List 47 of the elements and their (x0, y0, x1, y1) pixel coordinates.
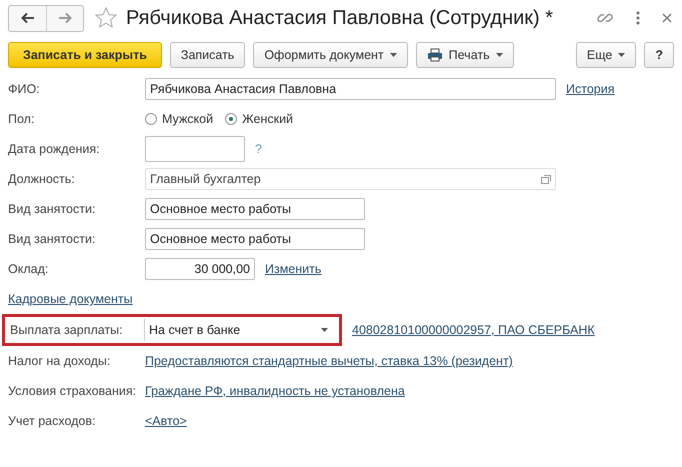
caret-icon (618, 53, 626, 57)
input-field[interactable]: 30 000,00 (145, 258, 255, 280)
caret-icon (496, 53, 503, 57)
dropdown-field[interactable]: На счет в банке (144, 319, 336, 341)
open-form-icon (541, 174, 551, 184)
value-link[interactable]: Предоставляются стандартные вычеты, ставка 13% (резидент) (145, 354, 513, 368)
date-field[interactable] (145, 136, 245, 162)
menu-button[interactable]: Оформить документ (253, 42, 408, 68)
field-label: Выплата зарплаты: (10, 323, 124, 337)
field-label: Условия страхования: (8, 384, 138, 398)
left-arrow-icon (20, 12, 34, 24)
field-label: Оклад: (8, 262, 50, 276)
documents-link[interactable]: Кадровые документы (8, 292, 133, 306)
value-link[interactable]: <Авто> (145, 414, 187, 428)
printer-icon (426, 48, 443, 62)
menu-button[interactable]: Еще (576, 42, 636, 68)
input-field[interactable]: Главный бухгалтер (145, 168, 556, 190)
caret-icon (390, 53, 397, 57)
field-link[interactable]: 40802810100000002957, ПАО СБЕРБАНК (352, 323, 595, 337)
field-label: ФИО: (8, 82, 41, 96)
save-button[interactable]: Записать (170, 42, 246, 68)
field-label: Пол: (8, 112, 36, 126)
field-label: Дата рождения: (8, 142, 101, 156)
radio-button[interactable] (225, 113, 238, 125)
radio-option[interactable]: Женский (225, 112, 294, 126)
value-link[interactable]: Граждане РФ, инвалидность не установлена (145, 384, 405, 398)
radio-button[interactable] (145, 113, 157, 125)
right-arrow-icon (58, 12, 72, 24)
field-link[interactable]: История (566, 82, 614, 96)
caret-icon (321, 328, 328, 332)
field-label: Учет расходов: (8, 414, 96, 428)
input-field[interactable]: Основное место работы (145, 198, 365, 220)
field-label: Вид занятости: (8, 202, 96, 216)
radio-option[interactable]: Мужской (145, 112, 214, 126)
more-icon[interactable] (636, 10, 640, 26)
print-button[interactable]: Печать (416, 42, 514, 68)
close-icon[interactable] (662, 13, 672, 23)
star-icon[interactable] (94, 6, 118, 30)
field-label: Налог на доходы: (8, 354, 112, 368)
save-close-button[interactable]: Записать и закрыть (8, 42, 162, 68)
input-field[interactable]: Рябчикова Анастасия Павловна (145, 78, 556, 100)
help-button[interactable]: ? (644, 42, 674, 68)
window-title: Рябчикова Анастасия Павловна (Сотрудник) * (126, 6, 554, 30)
field-label: Вид занятости: (8, 232, 96, 246)
field-label: Должность: (8, 172, 76, 186)
input-field[interactable]: Основное место работы (145, 228, 365, 250)
field-link[interactable]: Изменить (265, 262, 322, 276)
